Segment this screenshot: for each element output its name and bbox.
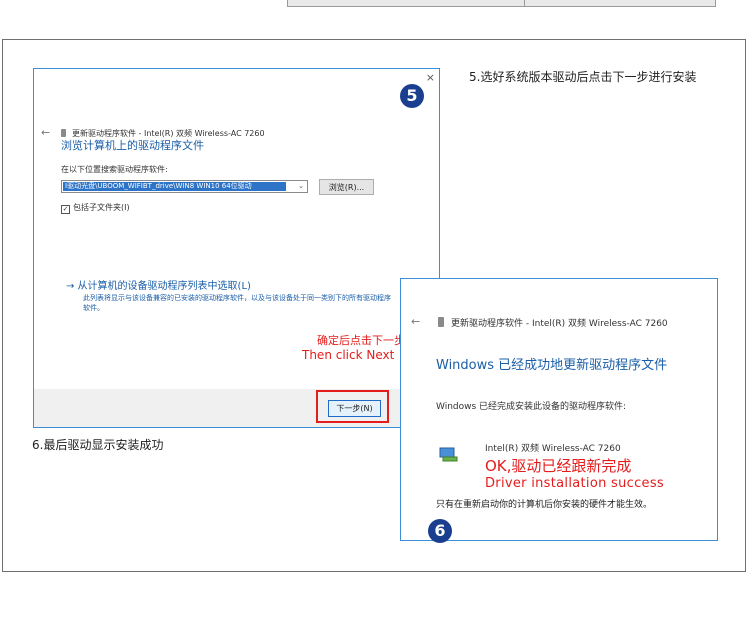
device-icon [438, 317, 444, 327]
dialog-header: 更新驱动程序软件 - Intel(R) 双频 Wireless-AC 7260 [451, 319, 668, 329]
success-english: Driver installation success [485, 476, 664, 491]
pick-from-list-description: 此列表将显示与该设备兼容的已安装的驱动程序软件，以及与该设备处于同一类别下的所有… [83, 294, 391, 312]
step5-badge: 5 [400, 84, 424, 108]
update-driver-browse-dialog: × ← 更新驱动程序软件 - Intel(R) 双频 Wireless-AC 7… [33, 68, 440, 428]
step5-instruction: 5.选好系统版本驱动后点击下一步进行安装 [469, 70, 697, 84]
dialog-subtitle: Windows 已经完成安装此设备的驱动程序软件: [436, 402, 627, 412]
include-subfolders-label: 包括子文件夹(I) [73, 203, 130, 212]
close-icon[interactable]: × [426, 71, 435, 84]
callout-english: Then click Next [302, 348, 395, 362]
cropped-window-fragment [287, 0, 716, 7]
cropped-window-divider [524, 0, 525, 6]
callout-chinese: 确定后点击下一步 [317, 334, 405, 347]
chevron-down-icon[interactable]: ⌄ [298, 181, 304, 192]
step6-badge: 6 [428, 519, 452, 543]
browse-button[interactable]: 浏览(R)... [319, 179, 374, 195]
success-chinese: OK,驱动已经跟新完成 [485, 457, 632, 475]
network-adapter-icon [439, 447, 458, 462]
pick-from-list-link[interactable]: → 从计算机的设备驱动程序列表中选取(L) [66, 277, 251, 292]
back-arrow-icon[interactable]: ← [411, 315, 420, 328]
dialog-title: Windows 已经成功地更新驱动程序文件 [436, 358, 668, 373]
next-button-highlight [316, 390, 389, 423]
driver-path-combobox[interactable]: I驱动光盘\UBOOM_WIFIBT_drive\WIN8 WIN10 64位驱… [61, 180, 308, 193]
include-subfolders-checkbox[interactable]: ✓ 包括子文件夹(I) [61, 202, 130, 214]
update-driver-success-dialog: ← 更新驱动程序软件 - Intel(R) 双频 Wireless-AC 726… [400, 278, 718, 541]
device-name: Intel(R) 双频 Wireless-AC 7260 [485, 444, 621, 454]
step6-instruction: 6.最后驱动显示安装成功 [32, 438, 164, 452]
back-arrow-icon[interactable]: ← [41, 126, 50, 139]
checkbox-checked-icon[interactable]: ✓ [61, 205, 70, 214]
instruction-panel: 5.选好系统版本驱动后点击下一步进行安装 × ← 更新驱动程序软件 - Inte… [2, 39, 746, 572]
restart-note: 只有在重新启动你的计算机后你安装的硬件才能生效。 [436, 500, 653, 510]
driver-path-value[interactable]: I驱动光盘\UBOOM_WIFIBT_drive\WIN8 WIN10 64位驱… [63, 182, 286, 191]
dialog-title: 浏览计算机上的驱动程序文件 [61, 139, 204, 152]
device-icon [61, 129, 66, 137]
search-location-label: 在以下位置搜索驱动程序软件: [61, 165, 168, 174]
